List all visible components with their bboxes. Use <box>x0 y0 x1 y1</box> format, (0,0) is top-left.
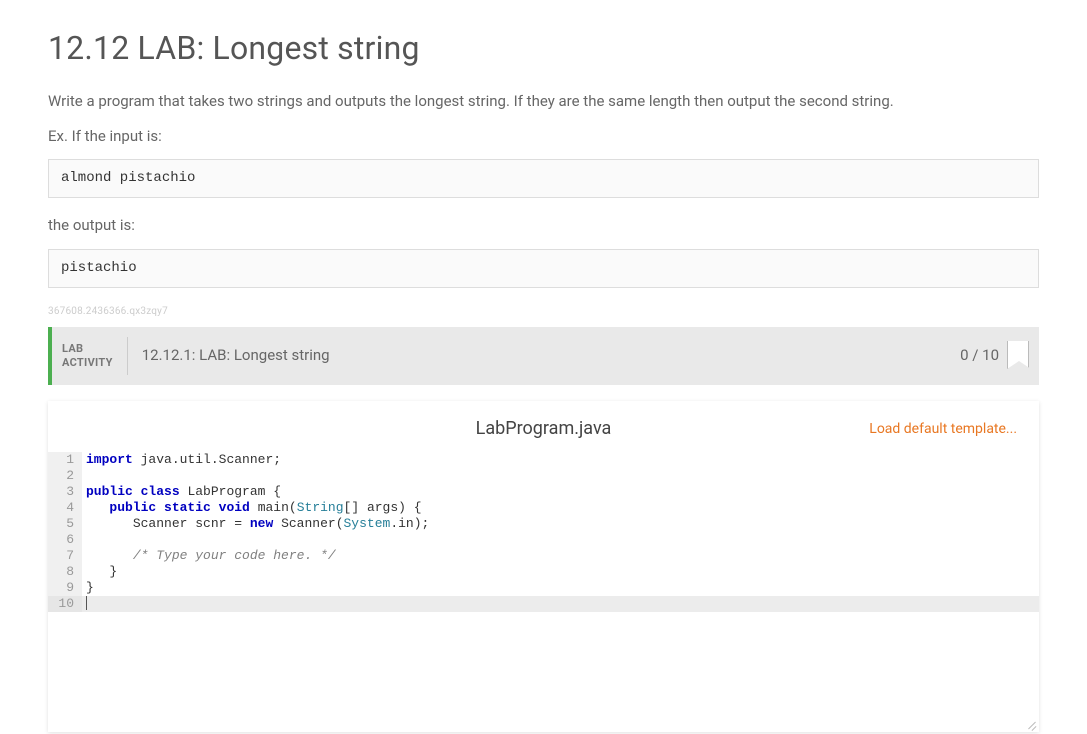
code-line[interactable]: 6 <box>48 532 1039 548</box>
code-content[interactable]: } <box>82 564 117 580</box>
activity-header: LAB ACTIVITY 12.12.1: LAB: Longest strin… <box>48 327 1039 385</box>
activity-title: 12.12.1: LAB: Longest string <box>128 327 960 385</box>
line-number: 7 <box>48 548 82 564</box>
code-content[interactable]: public static void main(String[] args) { <box>82 500 422 516</box>
code-line[interactable]: 10 <box>48 596 1039 612</box>
watermark: 367608.2436366.qx3zqy7 <box>48 304 1039 319</box>
line-number: 2 <box>48 468 82 484</box>
activity-type-line1: LAB <box>62 342 83 355</box>
code-content[interactable]: public class LabProgram { <box>82 484 281 500</box>
code-line[interactable]: 5 Scanner scnr = new Scanner(System.in); <box>48 516 1039 532</box>
output-intro: the output is: <box>48 214 1039 237</box>
code-line[interactable]: 8 } <box>48 564 1039 580</box>
line-number: 10 <box>48 596 82 612</box>
code-line[interactable]: 1import java.util.Scanner; <box>48 452 1039 468</box>
code-line[interactable]: 2 <box>48 468 1039 484</box>
code-content[interactable]: Scanner scnr = new Scanner(System.in); <box>82 516 429 532</box>
activity-score: 0 / 10 <box>960 344 999 367</box>
editor-filename: LabProgram.java <box>476 415 612 442</box>
editor-card: LabProgram.java Load default template...… <box>48 401 1039 732</box>
activity-type: LAB ACTIVITY <box>52 337 128 375</box>
activity-type-line2: ACTIVITY <box>62 356 113 369</box>
code-line[interactable]: 7 /* Type your code here. */ <box>48 548 1039 564</box>
text-cursor <box>86 596 87 610</box>
line-number: 6 <box>48 532 82 548</box>
code-content[interactable]: } <box>82 580 94 596</box>
page-title: 12.12 LAB: Longest string <box>48 24 1039 72</box>
code-content[interactable]: import java.util.Scanner; <box>82 452 281 468</box>
line-number: 1 <box>48 452 82 468</box>
code-content[interactable]: /* Type your code here. */ <box>82 548 336 564</box>
bookmark-icon[interactable] <box>1007 341 1029 369</box>
line-number: 5 <box>48 516 82 532</box>
load-default-template-link[interactable]: Load default template... <box>869 421 1017 437</box>
line-number: 3 <box>48 484 82 500</box>
code-content[interactable] <box>82 596 87 612</box>
prompt-text: Write a program that takes two strings a… <box>48 90 1039 113</box>
code-line[interactable]: 9} <box>48 580 1039 596</box>
code-editor[interactable]: 1import java.util.Scanner;23public class… <box>48 452 1039 732</box>
example-output-box: pistachio <box>48 249 1039 288</box>
line-number: 4 <box>48 500 82 516</box>
example-input-box: almond pistachio <box>48 159 1039 198</box>
line-number: 9 <box>48 580 82 596</box>
resize-handle-icon[interactable] <box>1025 718 1037 730</box>
code-line[interactable]: 3public class LabProgram { <box>48 484 1039 500</box>
code-line[interactable]: 4 public static void main(String[] args)… <box>48 500 1039 516</box>
line-number: 8 <box>48 564 82 580</box>
example-intro: Ex. If the input is: <box>48 125 1039 148</box>
